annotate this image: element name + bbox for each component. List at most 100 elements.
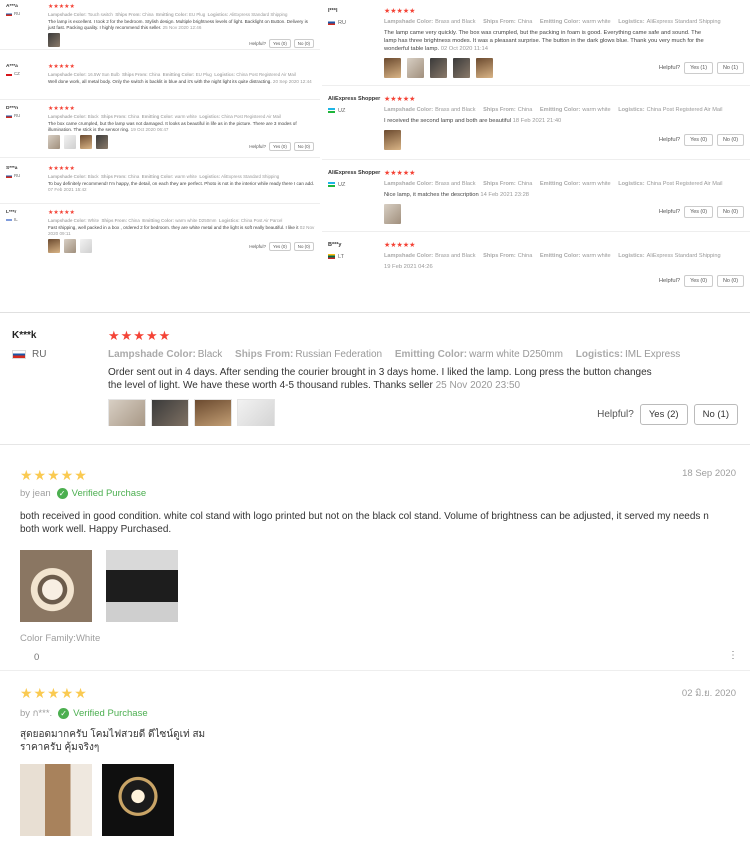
star-rating: ★★★★★ [108, 328, 172, 343]
review-attributes: Lampshade Color: Black Ships From: China… [48, 174, 280, 179]
review-photo[interactable] [430, 58, 447, 78]
helpful-vote: Helpful? Yes (1) No (1) [659, 62, 744, 74]
review-item: L***r IL ★★★★★ Lampshade Color: White Sh… [0, 206, 320, 260]
vote-no-button[interactable]: No (0) [293, 142, 314, 151]
star-rating: ★★★★★ [384, 242, 416, 249]
helpful-vote: Helpful? Yes (2) No (1) [597, 404, 738, 425]
review-attributes: Lampshade Color: Brass and Black Ships Fr… [384, 181, 723, 187]
vote-no-button[interactable]: No (0) [293, 39, 314, 48]
vote-yes-button[interactable]: Yes (0) [269, 242, 291, 251]
review-item: D***n RU ★★★★★ Lampshade Color: Black Sh… [0, 102, 320, 158]
star-rating: ★★★★★ [384, 170, 416, 177]
review-attributes: Lampshade Color: Black Ships From: Russian… [108, 349, 681, 360]
review-photo[interactable] [384, 58, 401, 78]
review-date: 18 Sep 2020 [682, 468, 736, 479]
review-text: The lamp is excellent. I took 2 for the … [48, 19, 308, 30]
review-attributes: Lampshade Color: 16.5W Sun Bulb Ships Fr… [48, 72, 296, 77]
review-photo[interactable] [194, 399, 232, 426]
reviewer-name: S***a [6, 166, 18, 171]
reviewer-name: K***k [12, 330, 37, 341]
vote-no-button[interactable]: No (0) [717, 134, 744, 146]
verified-check-icon: ✓ [58, 708, 70, 719]
section-divider [0, 312, 750, 313]
reviewer-country: RU [328, 20, 346, 26]
vote-yes-button[interactable]: Yes (0) [269, 142, 291, 151]
reviewer-country: UZ [328, 182, 345, 188]
review-author: by ก***. ✓ Verified Purchase [20, 708, 148, 719]
reviewer-country: CZ [6, 71, 20, 76]
vote-yes-button[interactable]: Yes (2) [639, 404, 688, 425]
review-photo[interactable] [108, 399, 146, 426]
star-rating: ★★★★★ [20, 685, 88, 701]
review-photo[interactable] [96, 135, 108, 149]
section-divider [0, 444, 750, 445]
review-text: To buy definitely recommend! I'm happy, … [48, 181, 315, 192]
reviewer-country: RU [6, 113, 20, 118]
review-photo[interactable] [20, 764, 92, 836]
vote-no-button[interactable]: No (1) [693, 404, 738, 425]
review-attributes: Lampshade Color: Brass and Black Ships Fr… [384, 253, 721, 259]
review-photo[interactable] [64, 135, 76, 149]
review-item-lazada: ★★★★★ 18 Sep 2020 by jean ✓ Verified Pur… [0, 454, 750, 668]
review-photo[interactable] [102, 764, 174, 836]
review-item: I***l RU ★★★★★ Lampshade Color: Brass and… [322, 0, 750, 86]
review-item: AliExpress Shopper UZ ★★★★★ Lampshade Co… [322, 162, 750, 232]
flag-icon [6, 173, 12, 178]
reviewer-country: IL [6, 217, 18, 222]
flag-icon [6, 71, 12, 76]
review-photo[interactable] [476, 58, 493, 78]
star-rating: ★★★★★ [48, 106, 75, 112]
vote-yes-button[interactable]: Yes (0) [684, 275, 714, 287]
vote-no-button[interactable]: No (0) [717, 275, 744, 287]
vote-yes-button[interactable]: Yes (0) [684, 206, 714, 218]
review-photo[interactable] [48, 135, 60, 149]
review-photo[interactable] [48, 239, 60, 253]
review-text: สุดยอดมากครับ โคมไฟสวยดี ดีไซน์ดูเท่ สมร… [20, 729, 206, 753]
reviewer-country: UZ [328, 108, 345, 114]
section-divider [0, 670, 750, 671]
vote-yes-button[interactable]: Yes (0) [269, 39, 291, 48]
vote-yes-button[interactable]: Yes (0) [684, 134, 714, 146]
review-text: 19 Feb 2021 04:26 [384, 264, 433, 270]
review-attributes: Lampshade Color: Black Ships From: China… [48, 114, 281, 119]
flag-icon [328, 20, 335, 26]
review-text: Order sent out in 4 days. After sending … [108, 367, 652, 391]
review-text: The box came crumpled, but the lamp was … [48, 121, 297, 132]
review-photo[interactable] [151, 399, 189, 426]
review-panel-left: A***a RU ★★★★★ Lampshade Color: Touch sw… [0, 0, 320, 262]
review-photo[interactable] [384, 130, 401, 150]
vote-no-button[interactable]: No (1) [717, 62, 744, 74]
vote-no-button[interactable]: No (0) [293, 242, 314, 251]
review-photo[interactable] [453, 58, 470, 78]
review-photo[interactable] [407, 58, 424, 78]
review-photo[interactable] [384, 204, 401, 224]
reviewer-country: LT [328, 254, 344, 260]
review-photo[interactable] [106, 550, 178, 622]
review-date: 02 มิ.ย. 2020 [681, 688, 736, 699]
like-count[interactable]: 0 [34, 652, 39, 663]
star-rating: ★★★★★ [48, 64, 75, 70]
more-options-icon[interactable]: ⋮ [728, 650, 738, 661]
verified-purchase-label: Verified Purchase [71, 488, 147, 499]
reviewer-name: I***l [328, 8, 338, 14]
review-panel-right: I***l RU ★★★★★ Lampshade Color: Brass and… [322, 0, 750, 304]
helpful-vote: Helpful? Yes (0) No (0) [249, 142, 314, 151]
star-rating: ★★★★★ [48, 4, 75, 10]
review-photo[interactable] [64, 239, 76, 253]
review-photo[interactable] [237, 399, 275, 426]
reviewer-country: RU [6, 11, 20, 16]
helpful-vote: Helpful? Yes (0) No (0) [249, 39, 314, 48]
review-author: by jean ✓ Verified Purchase [20, 488, 147, 499]
helpful-vote: Helpful? Yes (0) No (0) [249, 242, 314, 251]
review-text: I received the second lamp and both are … [384, 118, 562, 124]
review-text: The lamp came very quickly. The box was … [384, 30, 704, 52]
review-photo[interactable] [48, 33, 60, 47]
review-photo[interactable] [80, 239, 92, 253]
review-photo[interactable] [20, 550, 92, 622]
vote-yes-button[interactable]: Yes (1) [684, 62, 714, 74]
reviewer-name: AliExpress Shopper [328, 96, 381, 102]
vote-no-button[interactable]: No (0) [717, 206, 744, 218]
sku-info: Color Family:White [20, 633, 101, 644]
review-photo[interactable] [80, 135, 92, 149]
reviewer-name: A***a [6, 64, 18, 69]
